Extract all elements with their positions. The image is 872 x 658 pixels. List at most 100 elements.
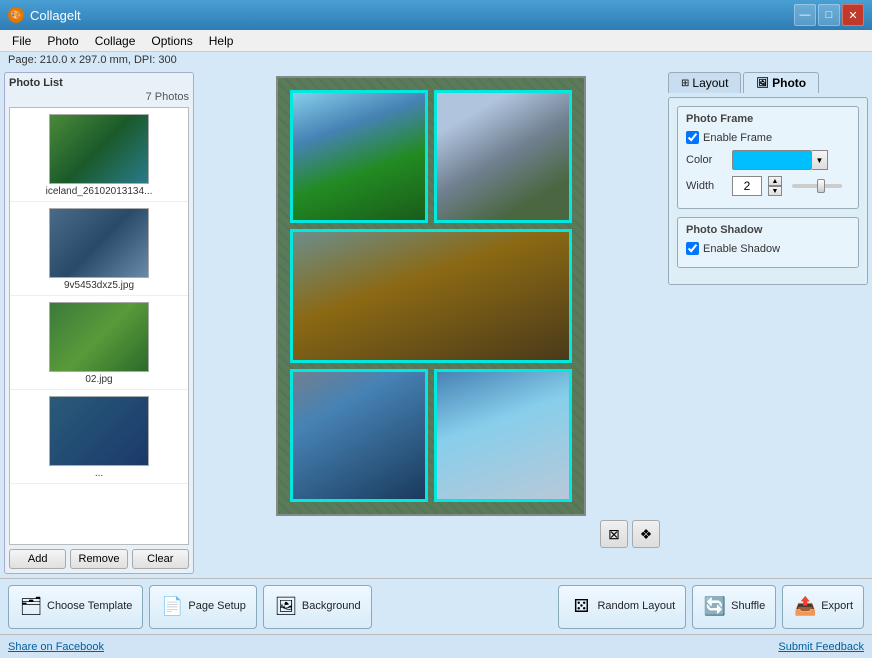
shuffle-label: Shuffle [731, 600, 765, 613]
background-icon: 🖼 [274, 595, 298, 619]
color-row: Color ▼ [686, 150, 850, 170]
canvas-area: ⊠ ❖ [198, 72, 664, 574]
page-info-text: Page: 210.0 x 297.0 mm, DPI: 300 [8, 54, 177, 66]
arrange-icon: ❖ [640, 526, 653, 543]
enable-frame-row: Enable Frame [686, 131, 850, 144]
page-setup-icon: 📄 [160, 595, 184, 619]
enable-frame-label[interactable]: Enable Frame [686, 131, 772, 144]
collage-cell[interactable] [290, 90, 428, 223]
maximize-button[interactable]: □ [818, 4, 840, 26]
width-spinner: ▲ ▼ [768, 176, 782, 196]
photo-thumbnail [49, 302, 149, 372]
app-title: Collagelt [30, 8, 794, 23]
menu-collage[interactable]: Collage [87, 32, 144, 50]
page-setup-label: Page Setup [188, 600, 246, 613]
enable-shadow-label[interactable]: Enable Shadow [686, 242, 780, 255]
shuffle-button[interactable]: 🔄 Shuffle [692, 585, 776, 629]
tab-layout[interactable]: ⊞ Layout [668, 72, 741, 93]
width-slider-thumb[interactable] [817, 179, 825, 193]
tab-layout-label: Layout [692, 76, 728, 90]
photo-frame-section: Photo Frame Enable Frame Color ▼ [677, 106, 859, 209]
list-item[interactable]: iceland_26102013134... [10, 108, 188, 202]
menu-options[interactable]: Options [143, 32, 200, 50]
collage-cell[interactable] [290, 229, 572, 362]
photo-tab-icon: 🖼 [756, 78, 769, 89]
color-dropdown[interactable]: ▼ [732, 150, 828, 170]
submit-feedback-link[interactable]: Submit Feedback [778, 641, 864, 653]
photo-thumbnail [49, 114, 149, 184]
menu-file[interactable]: File [4, 32, 39, 50]
minimize-button[interactable]: — [794, 4, 816, 26]
spin-down-button[interactable]: ▼ [768, 186, 782, 196]
list-item[interactable]: ... [10, 390, 188, 484]
spin-up-button[interactable]: ▲ [768, 176, 782, 186]
export-label: Export [821, 600, 853, 613]
tab-bar: ⊞ Layout 🖼 Photo [668, 72, 868, 93]
collage-cell[interactable] [434, 369, 572, 502]
clear-button[interactable]: Clear [132, 549, 189, 569]
export-button[interactable]: 📤 Export [782, 585, 864, 629]
collage-grid [290, 90, 572, 502]
main-container: Page: 210.0 x 297.0 mm, DPI: 300 Photo L… [0, 52, 872, 658]
crop-icon: ⊠ [608, 526, 620, 543]
photo-shadow-section: Photo Shadow Enable Shadow [677, 217, 859, 268]
photo-list-title: Photo List [9, 77, 189, 89]
photo-name: ... [95, 468, 103, 479]
photo-list-panel: Photo List 7 Photos iceland_26102013134.… [4, 72, 194, 574]
photo-settings-panel: Photo Frame Enable Frame Color ▼ [668, 97, 868, 285]
enable-shadow-checkbox[interactable] [686, 242, 699, 255]
photo-thumbnail [49, 396, 149, 466]
add-button[interactable]: Add [9, 549, 66, 569]
arrange-button[interactable]: ❖ [632, 520, 660, 548]
collage-cell[interactable] [434, 90, 572, 223]
choose-template-button[interactable]: 🗂 Choose Template [8, 585, 143, 629]
color-label: Color [686, 154, 726, 166]
list-item[interactable]: 02.jpg [10, 296, 188, 390]
menubar: File Photo Collage Options Help [0, 30, 872, 52]
background-button[interactable]: 🖼 Background [263, 585, 372, 629]
random-layout-label: Random Layout [597, 600, 675, 613]
tab-photo[interactable]: 🖼 Photo [743, 72, 819, 93]
photo-actions: Add Remove Clear [9, 545, 189, 569]
photo-name: 02.jpg [85, 374, 112, 385]
app-icon: 🎨 [8, 7, 24, 23]
enable-shadow-row: Enable Shadow [686, 242, 850, 255]
photo-name: iceland_26102013134... [46, 186, 153, 197]
width-row: Width ▲ ▼ [686, 176, 850, 196]
width-label: Width [686, 180, 726, 192]
right-panel: ⊞ Layout 🖼 Photo Photo Frame Enable Fram… [668, 72, 868, 574]
titlebar: 🎨 Collagelt — □ ✕ [0, 0, 872, 30]
enable-frame-checkbox[interactable] [686, 131, 699, 144]
choose-template-label: Choose Template [47, 600, 132, 613]
photo-scroll-area[interactable]: iceland_26102013134... 9v5453dxz5.jpg 02… [9, 107, 189, 545]
layout-tab-icon: ⊞ [681, 78, 689, 89]
photo-shadow-title: Photo Shadow [686, 224, 850, 236]
share-facebook-link[interactable]: Share on Facebook [8, 641, 104, 653]
bottom-toolbar: 🗂 Choose Template 📄 Page Setup 🖼 Backgro… [0, 578, 872, 634]
photo-frame-title: Photo Frame [686, 113, 850, 125]
random-layout-icon: ⚄ [569, 595, 593, 619]
photo-thumbnail [49, 208, 149, 278]
remove-button[interactable]: Remove [70, 549, 127, 569]
shuffle-icon: 🔄 [703, 595, 727, 619]
export-icon: 📤 [793, 595, 817, 619]
page-setup-button[interactable]: 📄 Page Setup [149, 585, 257, 629]
choose-template-icon: 🗂 [19, 595, 43, 619]
collage-cell[interactable] [290, 369, 428, 502]
menu-photo[interactable]: Photo [39, 32, 86, 50]
collage-canvas [276, 76, 586, 516]
width-slider-track[interactable] [792, 184, 842, 188]
photo-name: 9v5453dxz5.jpg [64, 280, 134, 291]
close-button[interactable]: ✕ [842, 4, 864, 26]
random-layout-button[interactable]: ⚄ Random Layout [558, 585, 686, 629]
crop-button[interactable]: ⊠ [600, 520, 628, 548]
list-item[interactable]: 9v5453dxz5.jpg [10, 202, 188, 296]
page-info-bar: Page: 210.0 x 297.0 mm, DPI: 300 [0, 52, 872, 68]
titlebar-controls: — □ ✕ [794, 4, 864, 26]
color-dropdown-arrow[interactable]: ▼ [812, 150, 828, 170]
menu-help[interactable]: Help [201, 32, 242, 50]
background-label: Background [302, 600, 361, 613]
width-input[interactable] [732, 176, 762, 196]
color-picker-button[interactable] [732, 150, 812, 170]
tab-photo-label: Photo [772, 76, 806, 90]
